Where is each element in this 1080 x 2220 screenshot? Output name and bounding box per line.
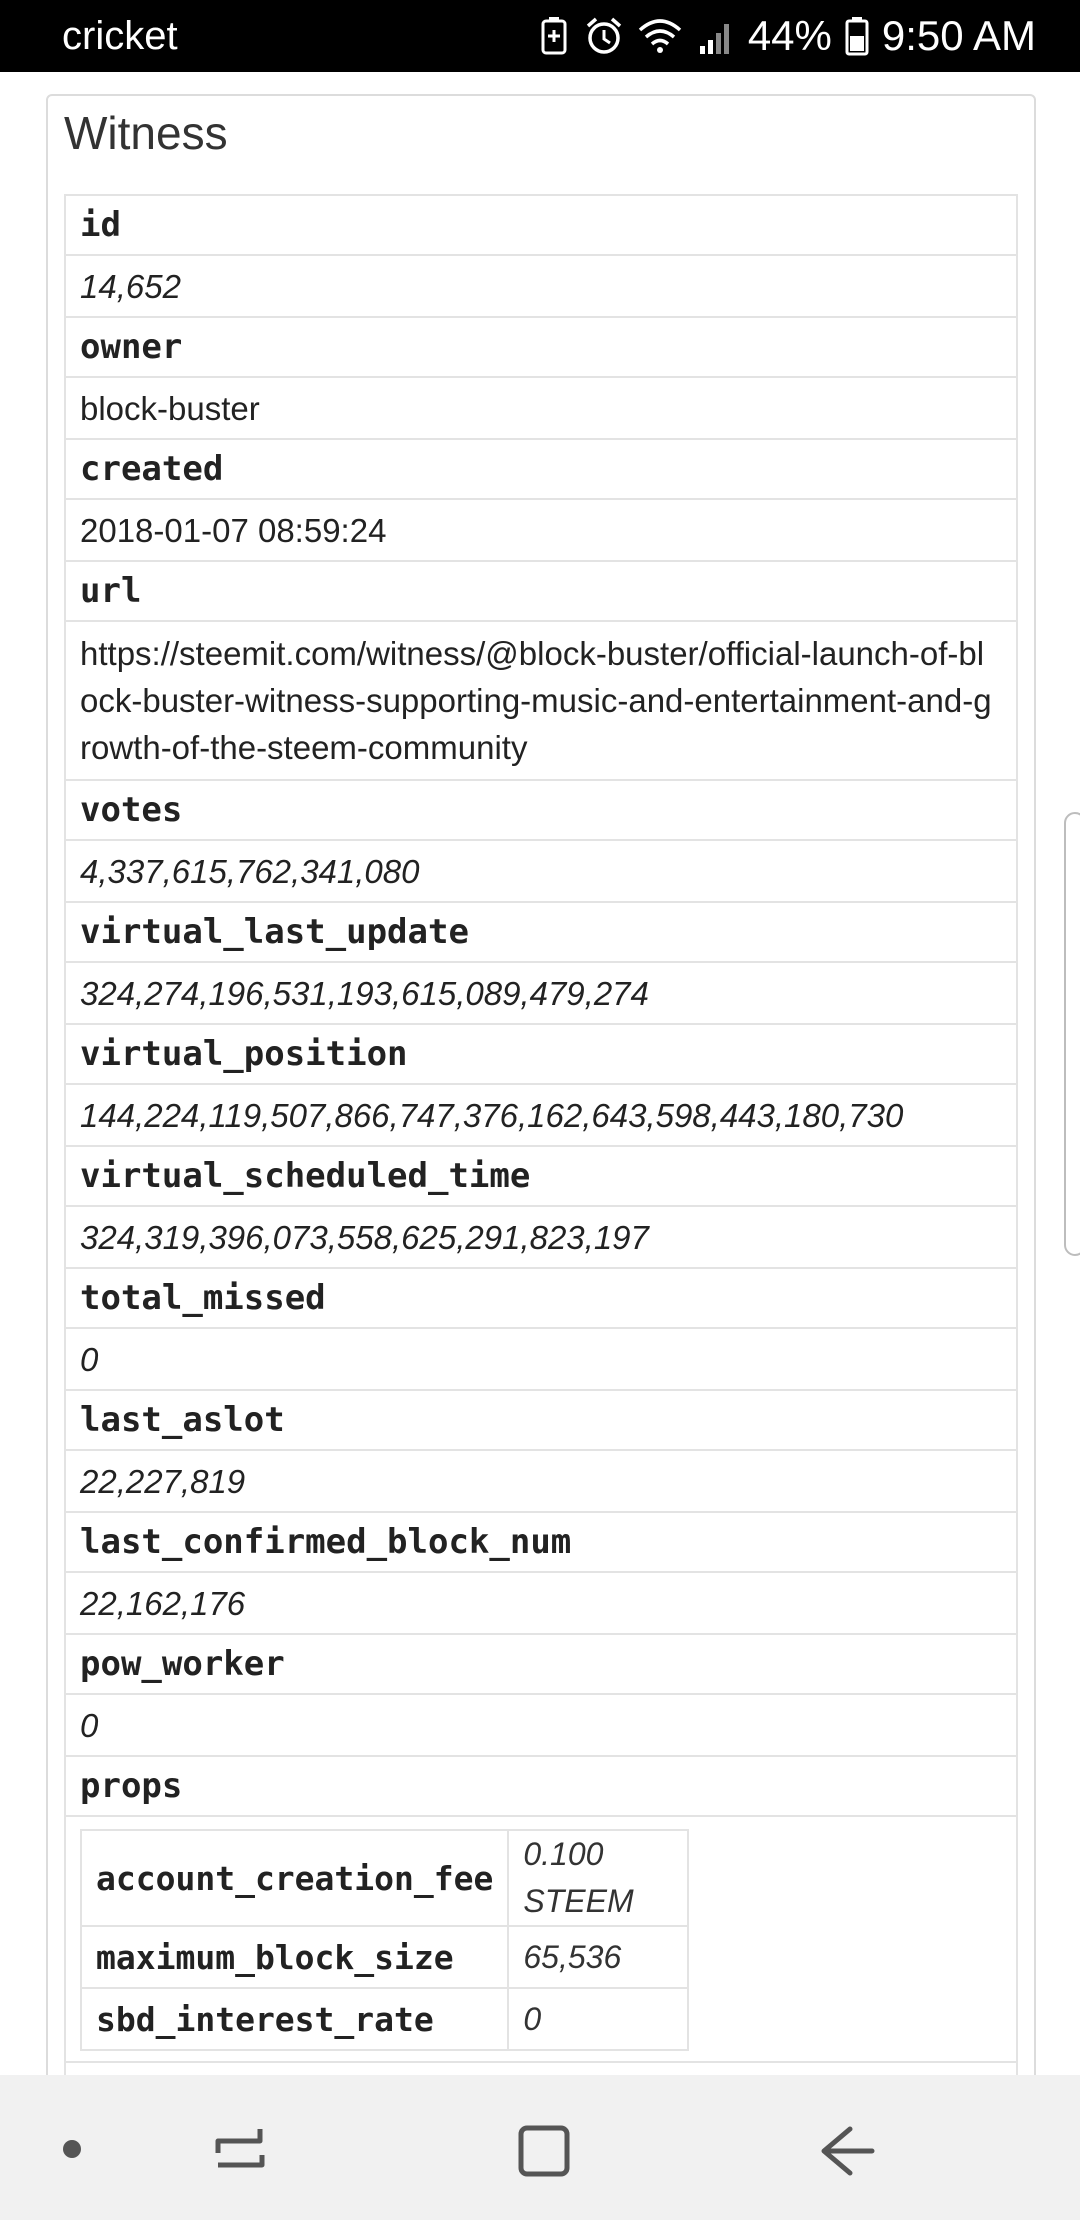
field-value-last-confirmed-block-num: 22,162,176 [64,1571,1018,1635]
field-value-total-missed: 0 [64,1327,1018,1391]
field-key-virtual-scheduled-time: virtual_scheduled_time [64,1145,1018,1207]
field-key-props: props [64,1755,1018,1817]
field-key-created: created [64,438,1018,500]
field-value-pow-worker: 0 [64,1693,1018,1757]
witness-panel: Witness id 14,652 owner block-buster created… [46,94,1036,2075]
props-key: maximum_block_size [79,1925,510,1989]
carrier-name: cricket [62,14,178,58]
props-key: sbd_interest_rate [79,1987,510,2051]
field-key-url: url [64,560,1018,622]
props-key: account_creation_fee [79,1829,510,1927]
props-table: account_creation_fee 0.100 STEEM maximum_b… [79,1829,690,2051]
nav-dot-icon[interactable] [58,2135,86,2163]
field-value-last-aslot: 22,227,819 [64,1449,1018,1513]
field-value-owner: block-buster [64,376,1018,440]
clock: 9:50 AM [881,12,1036,59]
props-row: sbd_interest_rate 0 [79,1987,690,2051]
navigation-bar [0,2075,1080,2220]
witness-properties-table: id 14,652 owner block-buster created 2018-01-… [64,194,1018,2075]
field-key-total-missed: total_missed [64,1267,1018,1329]
wifi-icon [638,19,681,53]
page-content[interactable]: Witness id 14,652 owner block-buster created… [0,72,1080,2075]
field-key-pow-worker: pow_worker [64,1633,1018,1695]
props-value: 0.100 STEEM [507,1829,690,1927]
status-icons: 44% 9:50 AM [536,10,1036,62]
field-key-last-aslot: last_aslot [64,1389,1018,1451]
field-key-owner: owner [64,316,1018,378]
field-key-votes: votes [64,779,1018,841]
field-key-id: id [64,194,1018,256]
field-key-virtual-last-update: virtual_last_update [64,901,1018,963]
field-value-url[interactable]: https://steemit.com/witness/@block-buste… [64,620,1018,781]
recent-apps-icon[interactable] [212,2125,268,2177]
battery-saver-icon [541,17,567,55]
status-bar: cricket 44% 9:50 AM [0,0,1080,72]
props-value: 65,536 [507,1925,690,1989]
props-row: maximum_block_size 65,536 [79,1925,690,1989]
field-value-props: account_creation_fee 0.100 STEEM maximum_b… [64,1815,1018,2063]
field-value-virtual-last-update: 324,274,196,531,193,615,089,479,274 [64,961,1018,1025]
alarm-icon [586,17,621,54]
field-value-id: 14,652 [64,254,1018,318]
field-value-virtual-scheduled-time: 324,319,396,073,558,625,291,823,197 [64,1205,1018,1269]
battery-icon [845,17,869,56]
back-icon[interactable] [820,2125,876,2177]
field-key-virtual-position: virtual_position [64,1023,1018,1085]
panel-title: Witness [64,107,228,159]
props-value: 0 [507,1987,690,2051]
props-row: account_creation_fee 0.100 STEEM [79,1829,690,1927]
scroll-handle[interactable] [1064,812,1080,1256]
field-key-sbd-exchange-rate: sbd_exchange_rate [64,2061,1018,2075]
field-key-last-confirmed-block-num: last_confirmed_block_num [64,1511,1018,1573]
battery-percent: 44% [747,12,832,59]
signal-icon [699,24,729,54]
field-value-created: 2018-01-07 08:59:24 [64,498,1018,562]
home-icon[interactable] [516,2123,572,2179]
field-value-virtual-position: 144,224,119,507,866,747,376,162,643,598,… [64,1083,1018,1147]
field-value-votes: 4,337,615,762,341,080 [64,839,1018,903]
